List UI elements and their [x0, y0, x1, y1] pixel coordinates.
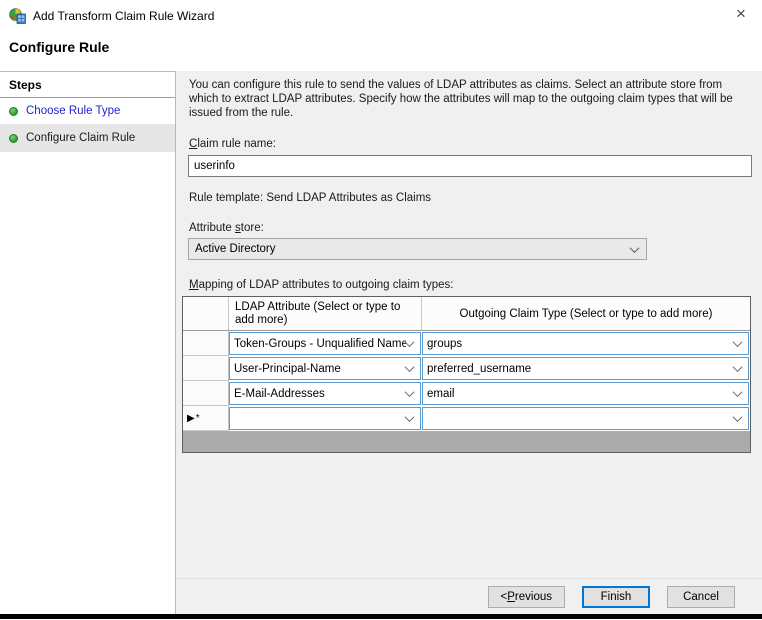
new-row-indicator-icon[interactable]: ▶* [183, 406, 229, 431]
chevron-down-icon [405, 362, 415, 372]
close-icon[interactable]: × [726, 2, 756, 26]
steps-heading: Steps [0, 72, 175, 98]
outgoing-claim-combo-2[interactable]: preferred_username [422, 357, 749, 380]
step-label: Configure Claim Rule [26, 132, 135, 144]
rule-description: You can configure this rule to send the … [189, 78, 750, 120]
claim-rule-name-input[interactable] [188, 155, 752, 177]
chevron-down-icon [733, 412, 743, 422]
cancel-button[interactable]: Cancel [667, 586, 735, 608]
chevron-down-icon [733, 337, 743, 347]
chevron-down-icon [405, 387, 415, 397]
mapping-label: Mapping of LDAP attributes to outgoing c… [189, 279, 762, 293]
table-row: User-Principal-Name preferred_username [183, 356, 750, 381]
ldap-attribute-combo-1[interactable]: Token-Groups - Unqualified Names [229, 332, 421, 355]
rule-template-text: Rule template: Send LDAP Attributes as C… [189, 192, 762, 206]
ldap-attribute-combo-new[interactable] [229, 407, 421, 430]
outgoing-claim-combo-new[interactable] [422, 407, 749, 430]
screen-edge-bar [0, 614, 762, 619]
chevron-down-icon [630, 243, 640, 253]
chevron-down-icon [405, 337, 415, 347]
step-label: Choose Rule Type [26, 105, 120, 117]
attribute-store-select[interactable]: Active Directory [188, 238, 647, 260]
table-row: E-Mail-Addresses email [183, 381, 750, 406]
step-complete-icon [9, 134, 18, 143]
steps-sidebar: Steps Choose Rule Type Configure Claim R… [0, 71, 176, 614]
grid-header-row: LDAP Attribute (Select or type to add mo… [183, 297, 750, 331]
attribute-store-label: Attribute store: [189, 222, 762, 236]
grid-corner-cell [183, 297, 229, 331]
outgoing-claim-combo-1[interactable]: groups [422, 332, 749, 355]
wizard-body: Steps Choose Rule Type Configure Claim R… [0, 71, 762, 614]
window-title: Add Transform Claim Rule Wizard [33, 9, 214, 23]
step-complete-icon [9, 107, 18, 116]
ldap-attribute-combo-3[interactable]: E-Mail-Addresses [229, 382, 421, 405]
outgoing-claim-combo-3[interactable]: email [422, 382, 749, 405]
mapping-grid: LDAP Attribute (Select or type to add mo… [182, 296, 751, 453]
wizard-content: You can configure this rule to send the … [176, 71, 762, 614]
sidebar-item-choose-rule-type[interactable]: Choose Rule Type [0, 98, 175, 124]
wizard-footer: < Previous Finish Cancel [176, 578, 762, 614]
finish-button[interactable]: Finish [582, 586, 650, 608]
row-selector[interactable] [183, 356, 229, 381]
wizard-app-icon [9, 8, 26, 24]
page-title: Configure Rule [0, 32, 762, 55]
chevron-down-icon [733, 387, 743, 397]
chevron-down-icon [733, 362, 743, 372]
attribute-store-value: Active Directory [195, 243, 631, 255]
table-row: Token-Groups - Unqualified Names groups [183, 331, 750, 356]
ldap-attribute-combo-2[interactable]: User-Principal-Name [229, 357, 421, 380]
chevron-down-icon [405, 412, 415, 422]
row-selector[interactable] [183, 331, 229, 356]
grid-header-ldap-attribute: LDAP Attribute (Select or type to add mo… [229, 297, 422, 331]
previous-button[interactable]: < Previous [488, 586, 565, 608]
grid-header-outgoing-claim-type: Outgoing Claim Type (Select or type to a… [422, 297, 750, 331]
row-selector[interactable] [183, 381, 229, 406]
sidebar-item-configure-claim-rule[interactable]: Configure Claim Rule [0, 124, 175, 152]
title-bar: Add Transform Claim Rule Wizard × [0, 0, 762, 32]
claim-rule-name-label: Claim rule name: [189, 138, 762, 152]
table-row-new: ▶* [183, 406, 750, 431]
